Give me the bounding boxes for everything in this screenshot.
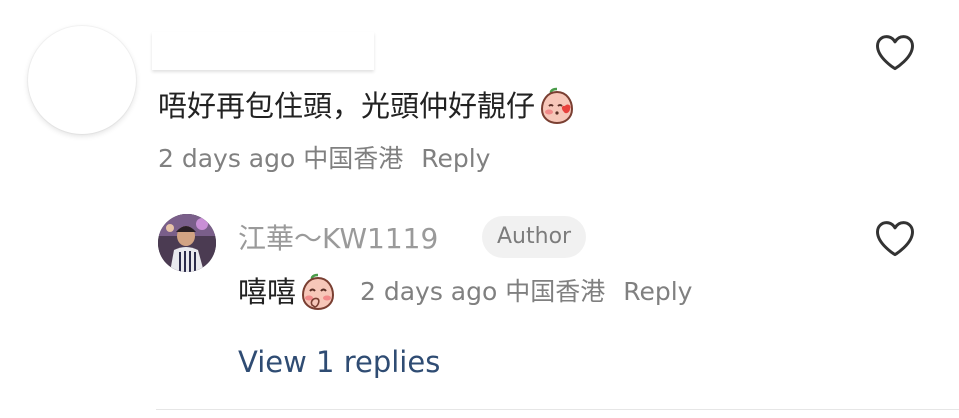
reply-meta: 2 days ago 中国香港 Reply	[360, 275, 692, 309]
commenter-avatar[interactable]	[28, 26, 136, 134]
comment-time: 2 days ago	[158, 144, 296, 173]
author-badge: Author	[482, 216, 587, 258]
comment-body: 唔好再包住頭，光頭仲好靚仔	[158, 86, 577, 126]
heart-outline-icon[interactable]	[874, 218, 916, 258]
author-avatar-image	[158, 214, 216, 272]
comment-meta: 2 days ago 中国香港 Reply	[158, 142, 490, 176]
reply-time: 2 days ago	[360, 277, 498, 306]
commenter-username-redacted	[152, 32, 374, 70]
reply-reply-button[interactable]: Reply	[623, 277, 692, 306]
divider	[156, 409, 959, 410]
heart-outline-icon[interactable]	[874, 32, 916, 72]
comment-text: 唔好再包住頭，光頭仲好靚仔	[158, 89, 536, 123]
author-avatar[interactable]	[158, 214, 216, 272]
blushing-peach-emoji-icon	[541, 87, 574, 125]
author-username[interactable]: 江華～KW1119	[238, 220, 438, 258]
reply-location: 中国香港	[505, 277, 606, 306]
comment-location: 中国香港	[303, 144, 404, 173]
reply-body: 嘻嘻	[238, 272, 338, 312]
view-replies-link[interactable]: View 1 replies	[238, 342, 440, 382]
giggling-peach-emoji-icon	[302, 273, 335, 311]
reply-text: 嘻嘻	[238, 275, 297, 309]
comment-reply-button[interactable]: Reply	[421, 144, 490, 173]
